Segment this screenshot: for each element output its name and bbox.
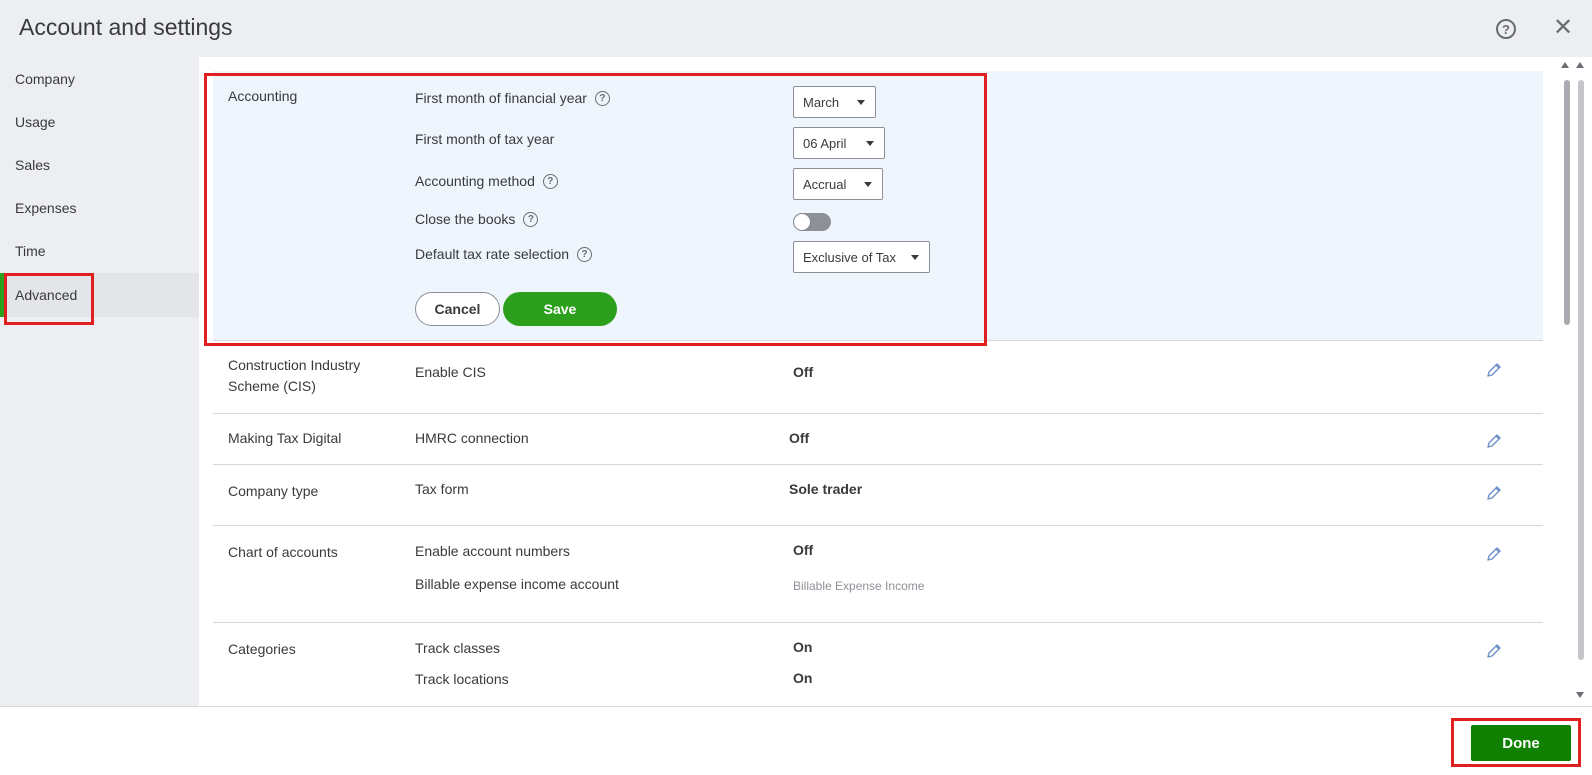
pencil-edit-icon[interactable] — [1485, 545, 1503, 563]
mtd-section: Making Tax Digital HMRC connection Off — [213, 414, 1543, 465]
close-icon[interactable]: ✕ — [1552, 14, 1574, 41]
pencil-edit-icon[interactable] — [1485, 642, 1503, 660]
track-classes-label: Track classes — [415, 640, 501, 656]
default-tax-value: Exclusive of Tax — [803, 249, 896, 265]
first-month-fy-value: March — [803, 94, 840, 110]
first-month-fy-label: First month of financial year ? — [415, 90, 610, 106]
dialog-footer: Done — [0, 706, 1592, 775]
save-button[interactable]: Save — [503, 292, 617, 326]
pencil-edit-icon[interactable] — [1485, 484, 1503, 502]
help-circle-icon[interactable]: ? — [542, 173, 558, 189]
accounting-method-label: Accounting method ? — [415, 173, 558, 189]
help-circle-icon[interactable]: ? — [594, 90, 610, 106]
accounting-title: Accounting — [228, 88, 298, 104]
track-locations-label: Track locations — [415, 671, 509, 687]
enable-cis-label: Enable CIS — [415, 364, 486, 380]
content-scrollbar-thumb[interactable] — [1564, 80, 1570, 325]
enable-account-numbers-value: Off — [793, 542, 814, 558]
cancel-button[interactable]: Cancel — [415, 292, 500, 326]
pencil-edit-icon[interactable] — [1485, 361, 1503, 379]
toggle-knob — [794, 214, 810, 230]
scroll-down-arrow-icon[interactable] — [1576, 692, 1584, 698]
first-month-fy-select[interactable]: March — [793, 86, 876, 118]
enable-account-numbers-label: Enable account numbers — [415, 543, 570, 559]
enable-cis-value: Off — [793, 364, 814, 380]
billable-expense-label: Billable expense income account — [415, 576, 619, 592]
company-type-section: Company type Tax form Sole trader — [213, 465, 1543, 526]
sidebar-item-sales[interactable]: Sales — [0, 143, 199, 187]
accounting-section: Accounting First month of financial year… — [213, 71, 1543, 341]
caret-down-icon — [864, 182, 872, 187]
hmrc-connection-value: Off — [789, 430, 810, 446]
close-books-text: Close the books — [415, 211, 516, 227]
done-button[interactable]: Done — [1471, 725, 1571, 761]
hmrc-connection-label: HMRC connection — [415, 430, 529, 446]
outer-scroll-up-arrow-icon[interactable] — [1576, 62, 1584, 68]
close-books-toggle[interactable] — [793, 213, 831, 231]
cis-section: Construction Industry Scheme (CIS) Enabl… — [213, 341, 1543, 414]
first-month-tax-text: First month of tax year — [415, 131, 555, 147]
default-tax-select[interactable]: Exclusive of Tax — [793, 241, 930, 273]
caret-down-icon — [911, 255, 919, 260]
settings-content: Accounting First month of financial year… — [199, 57, 1592, 706]
settings-dialog: Account and settings ? ✕ Company Usage S… — [0, 0, 1592, 775]
first-month-tax-select[interactable]: 06 April — [793, 127, 885, 159]
accounting-method-select[interactable]: Accrual — [793, 168, 883, 200]
tax-form-label: Tax form — [415, 481, 469, 497]
help-circle-icon[interactable]: ? — [523, 211, 539, 227]
sidebar-item-advanced[interactable]: Advanced — [0, 273, 199, 317]
tax-form-value: Sole trader — [789, 481, 863, 497]
default-tax-label: Default tax rate selection ? — [415, 246, 593, 262]
caret-down-icon — [866, 141, 874, 146]
chart-of-accounts-title: Chart of accounts — [228, 544, 338, 560]
page-scrollbar-thumb[interactable] — [1578, 80, 1584, 660]
categories-title: Categories — [228, 641, 296, 657]
dialog-header: Account and settings ? ✕ — [0, 0, 1592, 57]
cis-title: Construction Industry Scheme (CIS) — [228, 357, 361, 394]
track-locations-value: On — [793, 670, 813, 686]
sidebar-item-company[interactable]: Company — [0, 57, 199, 101]
track-classes-value: On — [793, 639, 813, 655]
accounting-method-text: Accounting method — [415, 173, 535, 189]
pencil-edit-icon[interactable] — [1485, 432, 1503, 450]
categories-section: Categories Track classes On Track locati… — [213, 623, 1543, 706]
dialog-title: Account and settings — [19, 14, 233, 40]
close-books-label: Close the books ? — [415, 211, 539, 227]
sidebar-item-usage[interactable]: Usage — [0, 100, 199, 144]
settings-sidebar: Company Usage Sales Expenses Time Advanc… — [0, 57, 199, 706]
caret-down-icon — [857, 100, 865, 105]
sidebar-item-time[interactable]: Time — [0, 229, 199, 273]
scroll-up-arrow-icon[interactable] — [1561, 62, 1569, 68]
mtd-title: Making Tax Digital — [228, 430, 342, 446]
default-tax-text: Default tax rate selection — [415, 246, 570, 262]
billable-expense-value: Billable Expense Income — [793, 579, 925, 593]
first-month-tax-value: 06 April — [803, 135, 847, 151]
accounting-method-value: Accrual — [803, 176, 847, 192]
first-month-tax-label: First month of tax year — [415, 131, 554, 147]
company-type-title: Company type — [228, 483, 319, 499]
first-month-fy-text: First month of financial year — [415, 90, 587, 106]
help-circle-icon[interactable]: ? — [577, 246, 593, 262]
help-icon[interactable]: ? — [1496, 19, 1516, 39]
sidebar-item-expenses[interactable]: Expenses — [0, 186, 199, 230]
chart-of-accounts-section: Chart of accounts Enable account numbers… — [213, 526, 1543, 623]
